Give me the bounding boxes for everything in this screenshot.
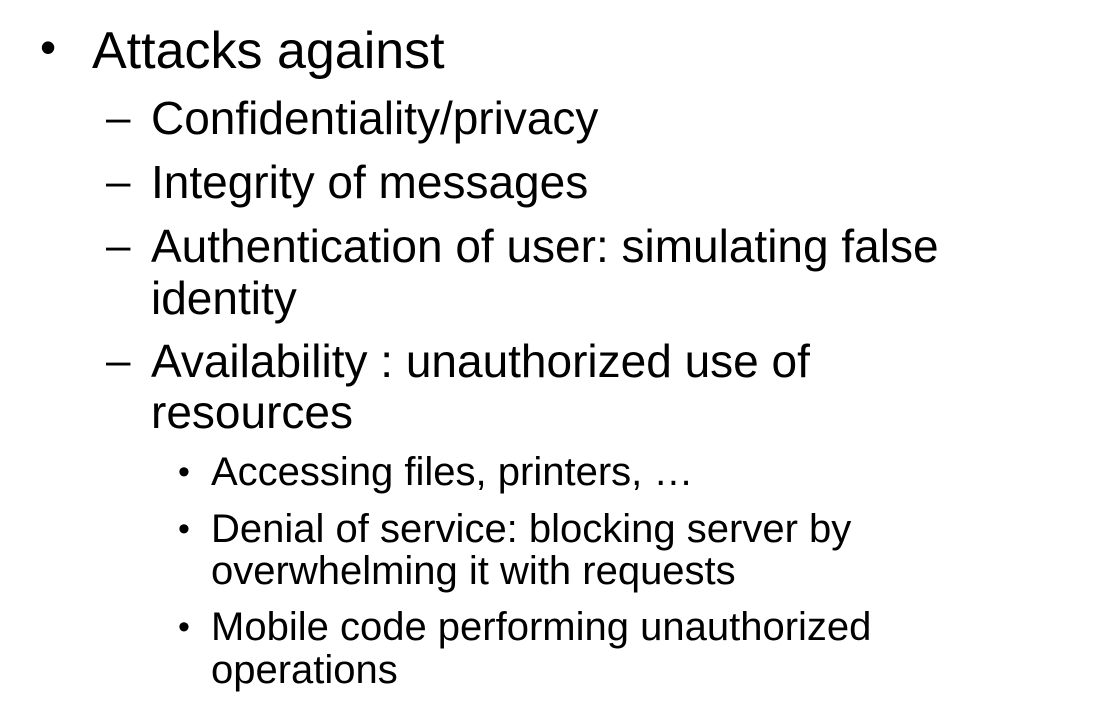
subitem-accessing-files: Accessing files, printers, … [211, 450, 694, 494]
dash-icon: – [106, 221, 131, 270]
item-integrity: Integrity of messages [151, 156, 589, 208]
subitem-denial-of-service-line-1: Denial of service: blocking server by [211, 507, 852, 551]
dash-icon: – [106, 157, 131, 206]
subitem-mobile-code-line-1: Mobile code performing unauthorized [211, 605, 872, 649]
item-authentication-line-1: Authentication of user: simulating false [151, 220, 939, 272]
slide: • Attacks against – Confidentiality/priv… [0, 0, 1093, 707]
bullet-icon: • [178, 510, 190, 548]
subitem-denial-of-service-line-2: overwhelming it with requests [211, 549, 736, 593]
subitem-mobile-code-line-2: operations [211, 648, 398, 692]
bullet-icon: • [178, 453, 190, 491]
dash-icon: – [106, 336, 131, 385]
item-authentication-line-2: identity [151, 272, 297, 324]
item-availability-line-2: resources [151, 386, 353, 438]
dash-icon: – [106, 93, 131, 142]
item-confidentiality: Confidentiality/privacy [151, 92, 599, 144]
heading-attacks-against: Attacks against [92, 22, 445, 80]
bullet-icon: • [178, 608, 190, 646]
item-availability-line-1: Availability : unauthorized use of [151, 335, 810, 387]
bullet-icon: • [40, 21, 57, 73]
